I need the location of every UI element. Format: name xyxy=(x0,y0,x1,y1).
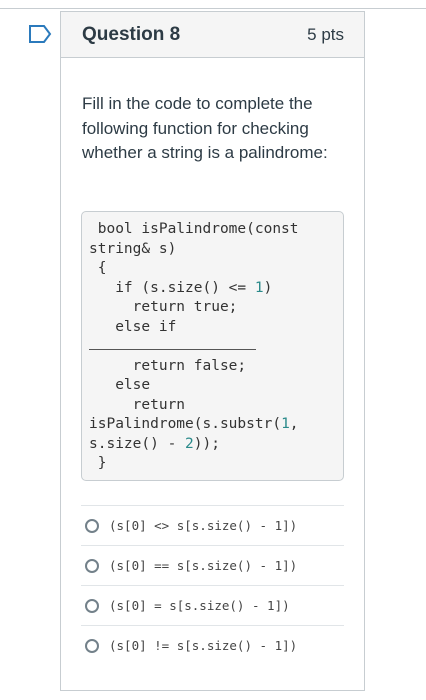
question-header: Question 8 5 pts xyxy=(61,12,364,58)
code-line: else if xyxy=(89,318,177,335)
radio-button[interactable] xyxy=(85,558,99,573)
radio-button[interactable] xyxy=(85,518,99,533)
code-block: bool isPalindrome(const string& s) { if … xyxy=(81,211,344,481)
code-line: isPalindrome(s.substr(1, xyxy=(89,416,299,432)
question-prompt: Fill in the code to complete the followi… xyxy=(82,94,328,162)
code-line: else xyxy=(89,377,151,393)
answer-option-label: (s[0] = s[s.size() - 1]) xyxy=(109,598,290,613)
code-line: } xyxy=(89,455,107,471)
code-blank-line xyxy=(89,337,343,357)
code-line: return false; xyxy=(89,357,247,374)
answer-option[interactable]: (s[0] <> s[s.size() - 1]) xyxy=(81,505,344,545)
answer-option-label: (s[0] != s[s.size() - 1]) xyxy=(109,638,298,653)
code-line: return xyxy=(89,396,186,413)
flag-question-icon[interactable] xyxy=(28,24,52,44)
answer-option-label: (s[0] == s[s.size() - 1]) xyxy=(109,558,298,573)
answer-option[interactable]: (s[0] != s[s.size() - 1]) xyxy=(81,625,344,665)
answer-option-label: (s[0] <> s[s.size() - 1]) xyxy=(109,518,298,533)
code-line: if (s.size() <= 1) xyxy=(89,279,273,296)
radio-button[interactable] xyxy=(85,638,99,653)
code-line: s.size() - 2)); xyxy=(89,435,220,452)
answer-option[interactable]: (s[0] = s[s.size() - 1]) xyxy=(81,585,344,625)
question-points: 5 pts xyxy=(307,24,344,44)
code-line: bool isPalindrome(const xyxy=(89,221,299,237)
radio-button[interactable] xyxy=(85,598,99,613)
question-title: Question 8 xyxy=(82,23,181,45)
question-card: Question 8 5 pts Fill in the code to com… xyxy=(60,11,365,691)
fill-in-blank xyxy=(89,337,256,350)
answer-option[interactable]: (s[0] == s[s.size() - 1]) xyxy=(81,545,344,585)
code-line: { xyxy=(89,260,107,276)
code-line: string& s) xyxy=(89,240,177,257)
code-line: return true; xyxy=(89,299,238,315)
answer-options: (s[0] <> s[s.size() - 1]) (s[0] == s[s.s… xyxy=(81,505,344,665)
top-divider xyxy=(0,0,426,9)
